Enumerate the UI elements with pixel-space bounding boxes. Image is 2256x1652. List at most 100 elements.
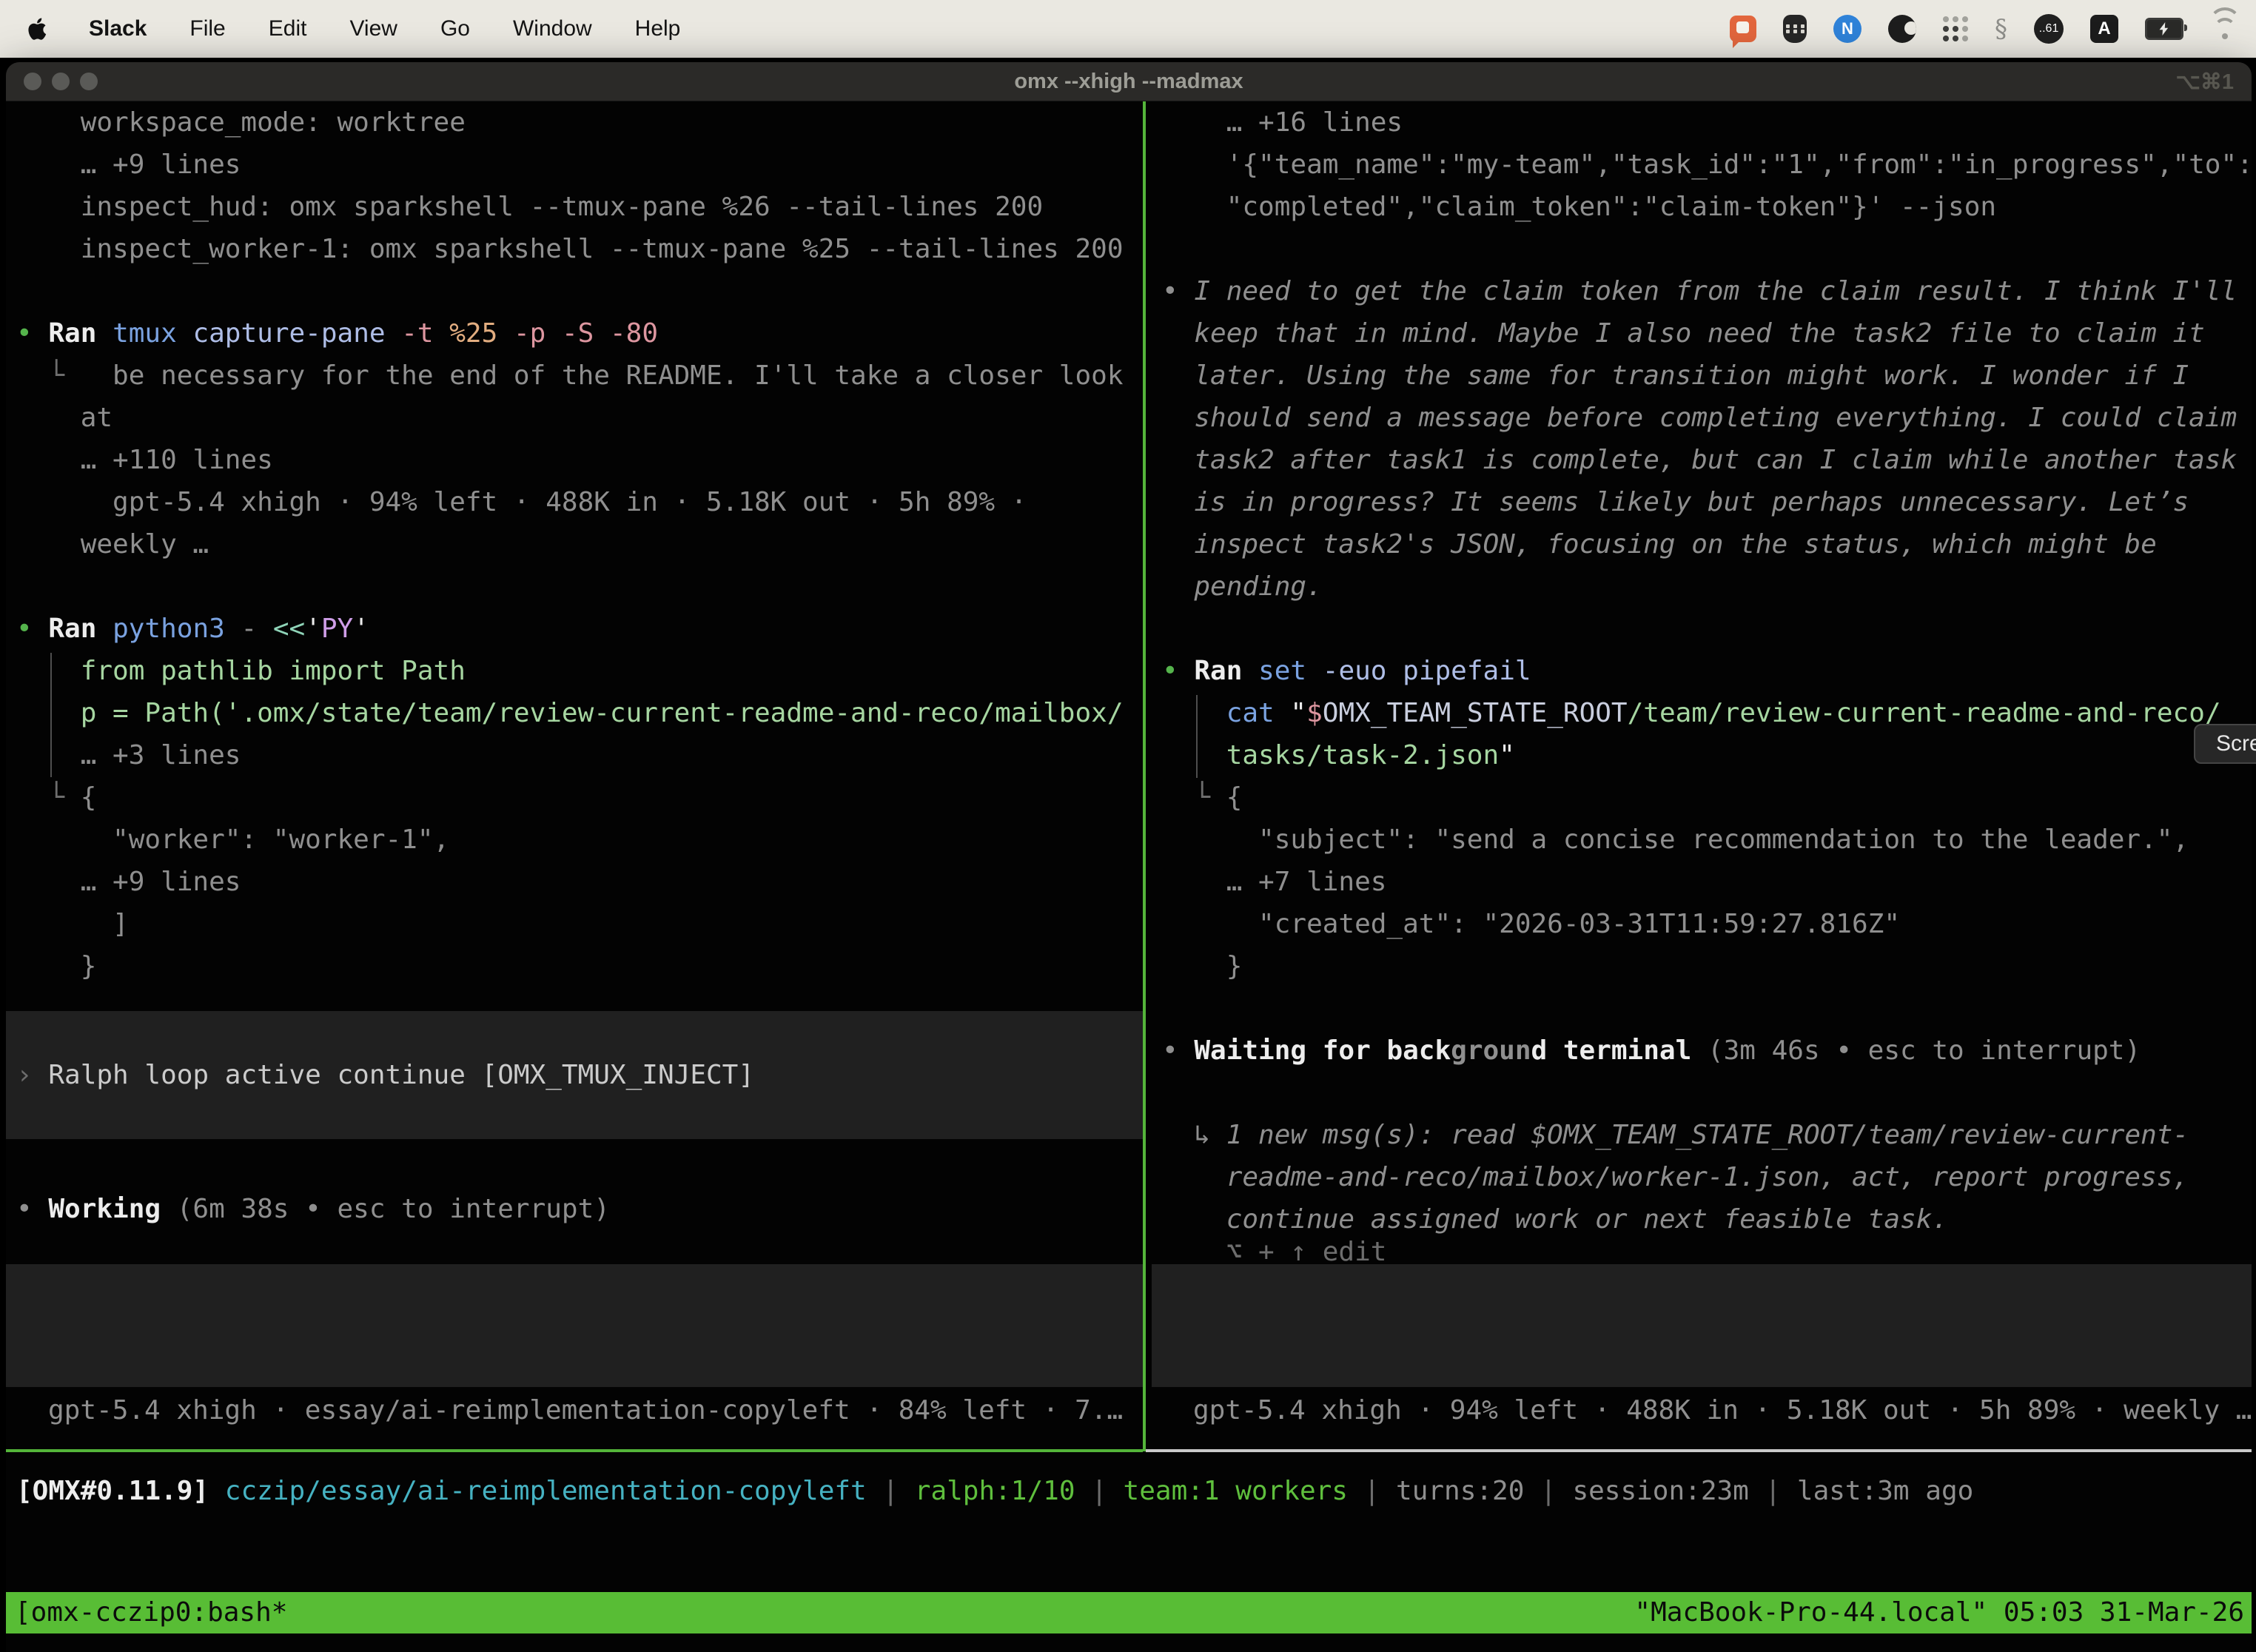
wifi-icon[interactable] xyxy=(2210,18,2240,40)
terminal-line: readme-and-reco/mailbox/worker-1.json, a… xyxy=(1162,1156,2252,1198)
text-segment: | xyxy=(1075,1476,1124,1506)
text-segment: -euo pipefail xyxy=(1306,656,1531,686)
letter-a-icon[interactable]: A xyxy=(2090,15,2118,43)
terminal-line xyxy=(1162,228,2252,270)
terminal-line: "completed","claim_token":"claim-token"}… xyxy=(1162,186,2252,228)
terminal-line xyxy=(1162,608,2252,650)
text-segment: └ xyxy=(16,360,113,391)
text-segment: $ xyxy=(1306,698,1323,728)
text-segment: Working xyxy=(48,1194,161,1224)
chat-bubble-icon[interactable] xyxy=(1730,16,1756,42)
terminal-line: ⌥ + ↑ edit xyxy=(1162,1240,2252,1264)
terminal-line: └ { xyxy=(1162,776,2252,819)
apple-menu-icon[interactable] xyxy=(28,16,50,41)
terminal-line: weekly … xyxy=(16,523,1143,565)
blue-app-icon[interactable]: N xyxy=(1833,15,1861,43)
crescent-icon[interactable] xyxy=(1888,15,1916,43)
menu-item-edit[interactable]: Edit xyxy=(269,16,307,41)
text-segment: set xyxy=(1258,656,1306,686)
text-segment: (3m 46s • esc to interrupt) xyxy=(1691,1035,2141,1066)
text-segment: • xyxy=(16,1194,48,1224)
text-segment: "created_at": "2026-03-31T11:59:27.816Z" xyxy=(1162,909,1900,939)
tmux-session-label: [omx-cczip0:bash* xyxy=(15,1592,287,1633)
text-segment: tasks/task-2.json xyxy=(1226,740,1499,770)
terminal-line: "created_at": "2026-03-31T11:59:27.816Z" xyxy=(1162,903,2252,945)
text-segment: "subject": "send a concise recommendatio… xyxy=(1162,825,2189,855)
text-segment: ] xyxy=(16,909,129,939)
terminal-line: at xyxy=(16,397,1143,439)
text-segment: from pathlib import Path xyxy=(16,656,466,686)
menu-bar: Slack File Edit View Go Window Help N § … xyxy=(0,0,2256,58)
text-segment: gpt-5.4 xhigh · 94% left · 488K in · 5.1… xyxy=(16,487,1027,517)
menu-item-help[interactable]: Help xyxy=(635,16,681,41)
window-title: omx --xhigh --madmax xyxy=(6,70,2252,94)
text-segment: '{"team_name":"my-team","task_id":"1","f… xyxy=(1162,150,2252,180)
menu-item-window[interactable]: Window xyxy=(513,16,592,41)
terminal-line: inspect_hud: omx sparkshell --tmux-pane … xyxy=(16,186,1143,228)
code-block-guide xyxy=(1196,695,1198,778)
terminal-line: "worker": "worker-1", xyxy=(16,819,1143,861)
text-segment: | xyxy=(1348,1476,1396,1506)
text-segment: (6m 38s • esc to interrupt) xyxy=(161,1194,610,1224)
pane-border-left xyxy=(6,1449,1143,1452)
title-bar[interactable]: omx --xhigh --madmax ⌥⌘1 xyxy=(6,62,2252,101)
text-segment: | xyxy=(867,1476,915,1506)
prompt-input-right[interactable]: › Explain this codebase xyxy=(1152,1264,2252,1387)
text-segment: … +110 lines xyxy=(16,445,273,475)
screen-popup[interactable]: Scre xyxy=(2194,724,2256,764)
text-segment: Waiting for back xyxy=(1194,1035,1451,1066)
text-segment: Ran xyxy=(1194,656,1242,686)
text-segment: p = Path('.omx/state/team/review-current… xyxy=(16,698,1124,728)
text-segment: … +16 lines xyxy=(1162,107,1403,138)
prompt-input-left[interactable]: › Improve documentation in @filename xyxy=(6,1264,1143,1387)
terminal-line: later. Using the same for transition mig… xyxy=(1162,355,2252,397)
text-segment: be necessary for the end of the README. … xyxy=(113,360,1123,391)
pane-leader[interactable]: workspace_mode: worktree … +9 lines insp… xyxy=(6,101,1143,1652)
text-segment: OMX_TEAM_STATE_ROOT xyxy=(1323,698,1628,728)
text-segment: readme-and-reco/mailbox/worker-1.json, a… xyxy=(1162,1162,2189,1192)
text-segment: python3 xyxy=(113,614,225,644)
text-segment: { xyxy=(1226,782,1243,813)
text-segment: pending. xyxy=(1162,571,1323,602)
text-segment: Ran xyxy=(48,318,96,349)
model-status-right: gpt-5.4 xhigh · 94% left · 488K in · 5.1… xyxy=(1193,1389,2252,1431)
terminal-line: tasks/task-2.json" xyxy=(1162,734,2252,776)
dots-grid-icon[interactable] xyxy=(1943,16,1968,41)
shield-grid-icon[interactable] xyxy=(1783,15,1807,43)
menu-item-go[interactable]: Go xyxy=(440,16,470,41)
text-segment: I need to get the claim token from the c… xyxy=(1194,276,2237,306)
text-segment: ⌥ + ↑ edit xyxy=(1162,1240,1386,1264)
text-segment: • xyxy=(1162,1035,1194,1066)
pane-divider[interactable] xyxy=(1143,101,1146,1451)
text-segment: ralph:1/10 xyxy=(915,1476,1075,1506)
text-segment: … +9 lines xyxy=(16,867,241,897)
menu-item-slack[interactable]: Slack xyxy=(89,16,147,41)
menu-items: Slack File Edit View Go Window Help xyxy=(89,16,680,41)
terminal-line: … +9 lines xyxy=(16,861,1143,903)
terminal-line xyxy=(16,565,1143,608)
inject-banner: › Ralph loop active continue [OMX_TMUX_I… xyxy=(6,1011,1143,1139)
text-segment: -p -S -80 xyxy=(497,318,658,349)
pane-worker[interactable]: … +16 lines '{"team_name":"my-team","tas… xyxy=(1152,101,2252,1652)
text-segment: at xyxy=(16,403,113,433)
text-segment: keep that in mind. Maybe I also need the… xyxy=(1162,318,2205,349)
terminal-window: omx --xhigh --madmax ⌥⌘1 workspace_mode:… xyxy=(6,62,2252,1652)
text-segment: } xyxy=(16,951,96,981)
terminal-line: task2 after task1 is complete, but can I… xyxy=(1162,439,2252,481)
count-badge-icon[interactable]: ..61 xyxy=(2034,14,2064,44)
terminal-line: keep that in mind. Maybe I also need the… xyxy=(1162,312,2252,355)
text-segment: "completed","claim_token":"claim-token"}… xyxy=(1162,192,1996,222)
text-segment: inspect task2's JSON, focusing on the st… xyxy=(1162,529,2157,560)
text-segment: task2 after task1 is complete, but can I… xyxy=(1162,445,2237,475)
text-segment: should send a message before completing … xyxy=(1162,403,2237,433)
terminal-content: workspace_mode: worktree … +9 lines insp… xyxy=(6,101,2252,1652)
squiggle-icon[interactable]: § xyxy=(1995,14,2007,44)
tmux-status-bar: [omx-cczip0:bash* "MacBook-Pro-44.local"… xyxy=(6,1592,2252,1633)
terminal-line: … +9 lines xyxy=(16,144,1143,186)
menu-item-file[interactable]: File xyxy=(189,16,225,41)
terminal-line: … +16 lines xyxy=(1162,101,2252,144)
menu-item-view[interactable]: View xyxy=(349,16,397,41)
text-segment: " xyxy=(1499,740,1515,770)
battery-icon[interactable] xyxy=(2145,18,2183,40)
text-segment: - xyxy=(225,614,273,644)
